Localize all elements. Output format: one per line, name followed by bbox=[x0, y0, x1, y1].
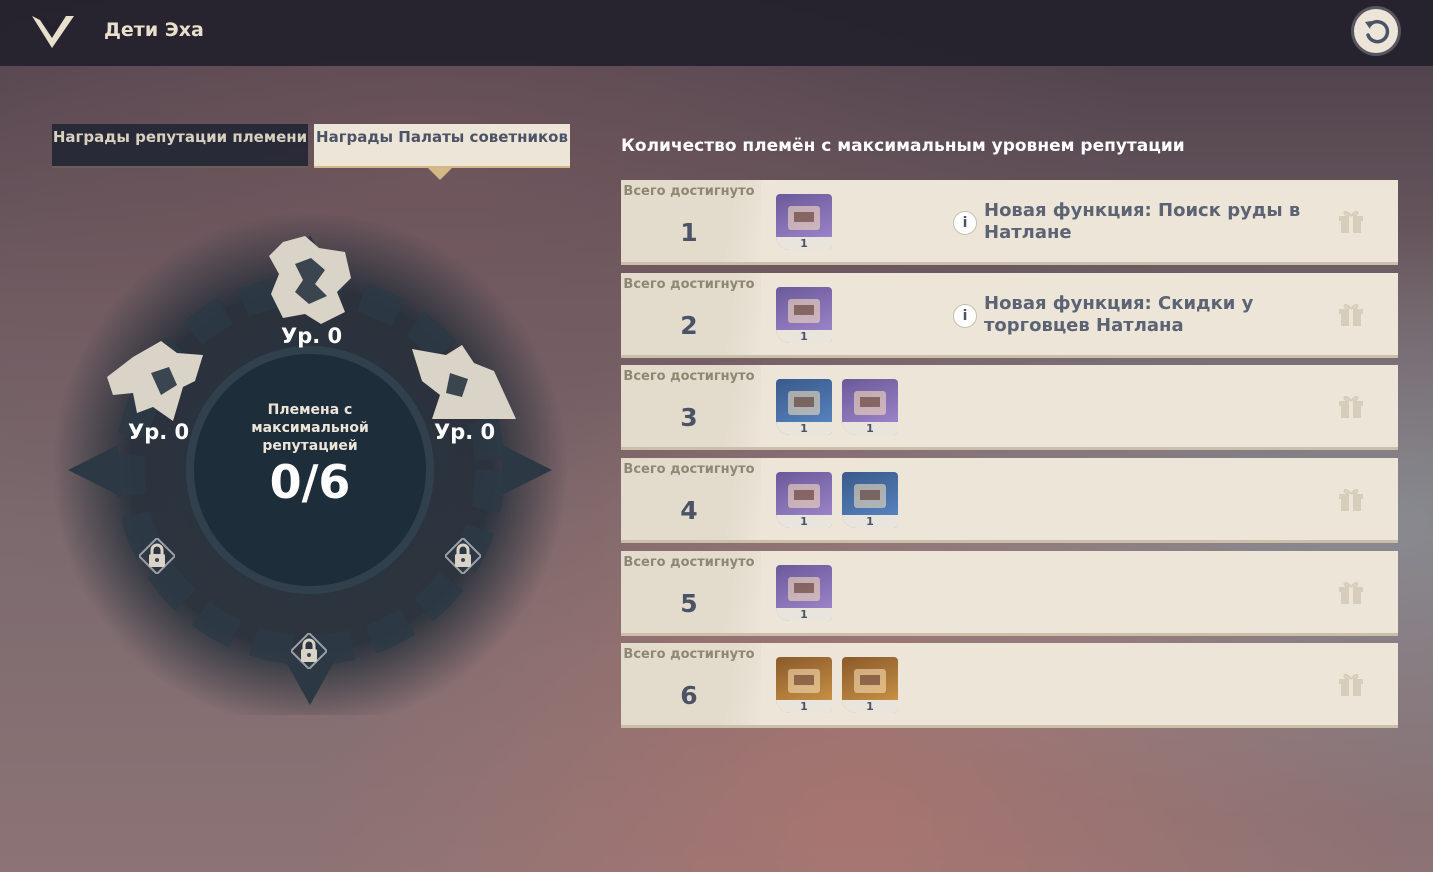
top-bar: Дети Эха bbox=[0, 0, 1433, 66]
nation-logo-icon bbox=[32, 16, 74, 48]
reward-item[interactable]: 1 bbox=[842, 472, 898, 528]
row-total-number: 5 bbox=[680, 589, 698, 618]
reward-item[interactable]: 1 bbox=[842, 379, 898, 435]
row-total-number: 6 bbox=[680, 681, 698, 710]
row-total-label: Всего достигнуто bbox=[623, 369, 755, 384]
row-count-panel: Всего достигнуто 1 bbox=[621, 180, 761, 262]
gift-box-red-icon bbox=[854, 669, 886, 693]
max-reputation-count: 0/6 bbox=[269, 455, 351, 509]
row-total-number: 3 bbox=[680, 403, 698, 432]
item-quantity: 1 bbox=[776, 422, 832, 435]
lock-icon bbox=[291, 633, 327, 669]
weapon-icon bbox=[788, 577, 820, 601]
reward-item[interactable]: 1 bbox=[842, 657, 898, 713]
active-tab-indicator bbox=[428, 168, 452, 180]
tribe-top-level: Ур. 0 bbox=[281, 324, 343, 348]
gift-icon[interactable] bbox=[1337, 486, 1365, 514]
row-total-label: Всего достигнуто bbox=[623, 555, 755, 570]
lock-icon bbox=[139, 538, 175, 574]
reward-row: Всего достигнуто 5 1 bbox=[621, 551, 1398, 636]
row-total-number: 4 bbox=[680, 496, 698, 525]
gift-icon[interactable] bbox=[1337, 671, 1365, 699]
page-title: Дети Эха bbox=[104, 19, 204, 41]
reward-item[interactable]: 1 bbox=[776, 565, 832, 621]
row-total-number: 2 bbox=[680, 311, 698, 340]
row-count-panel: Всего достигнуто 4 bbox=[621, 458, 761, 540]
bulletin-board-icon bbox=[788, 206, 820, 230]
row-total-label: Всего достигнуто bbox=[623, 647, 755, 662]
item-quantity: 1 bbox=[776, 515, 832, 528]
reward-item[interactable]: 1 bbox=[776, 194, 832, 250]
item-quantity: 1 bbox=[776, 330, 832, 343]
blueprint-icon bbox=[854, 484, 886, 508]
reward-item[interactable]: 1 bbox=[776, 379, 832, 435]
tribe-left-level: Ур. 0 bbox=[128, 420, 190, 444]
item-quantity: 1 bbox=[842, 422, 898, 435]
row-count-panel: Всего достигнуто 5 bbox=[621, 551, 761, 633]
gift-box-blue-icon bbox=[788, 669, 820, 693]
row-count-panel: Всего достигнуто 6 bbox=[621, 643, 761, 725]
item-quantity: 1 bbox=[776, 700, 832, 713]
reward-item[interactable]: 1 bbox=[776, 657, 832, 713]
row-count-panel: Всего достигнуто 2 bbox=[621, 273, 761, 355]
row-total-label: Всего достигнуто bbox=[623, 277, 755, 292]
gift-icon[interactable] bbox=[1337, 301, 1365, 329]
gift-icon[interactable] bbox=[1337, 208, 1365, 236]
unlock-feature-text: Новая функция: Скидки у торговцев Натлан… bbox=[984, 293, 1254, 336]
gadget-ring-icon bbox=[788, 299, 820, 323]
item-quantity: 1 bbox=[776, 608, 832, 621]
row-total-label: Всего достигнуто bbox=[623, 184, 755, 199]
back-button[interactable] bbox=[1354, 9, 1398, 53]
reward-row: Всего достигнуто 1 1 i Новая функция: Поиск … bbox=[621, 180, 1398, 265]
tribe-top-icon bbox=[269, 236, 351, 324]
row-count-panel: Всего достигнуто 3 bbox=[621, 365, 761, 447]
row-total-label: Всего достигнуто bbox=[623, 462, 755, 477]
item-quantity: 1 bbox=[842, 515, 898, 528]
lock-icon bbox=[445, 538, 481, 574]
reward-row: Всего достигнуто 4 1 1 bbox=[621, 458, 1398, 543]
reward-item[interactable]: 1 bbox=[776, 287, 832, 343]
info-icon[interactable]: i bbox=[953, 304, 977, 328]
info-icon[interactable]: i bbox=[953, 211, 977, 235]
tribe-right-level: Ур. 0 bbox=[434, 420, 496, 444]
row-total-number: 1 bbox=[680, 218, 698, 247]
max-reputation-label: Племена с максимальной репутацией bbox=[251, 402, 369, 454]
unlock-feature-text: Новая функция: Поиск руды в Натлане bbox=[984, 200, 1301, 243]
rewards-section-title: Количество племён с максимальным уровнем… bbox=[621, 136, 1185, 156]
tribe-left-icon bbox=[107, 341, 203, 421]
gift-icon[interactable] bbox=[1337, 393, 1365, 421]
item-quantity: 1 bbox=[842, 700, 898, 713]
tab-tribe-reputation-rewards[interactable]: Награды репутации племени bbox=[52, 124, 308, 168]
item-quantity: 1 bbox=[776, 237, 832, 250]
tab-council-rewards[interactable]: Награды Палаты советников bbox=[314, 124, 570, 168]
tribe-right-icon bbox=[412, 345, 516, 419]
gift-icon[interactable] bbox=[1337, 579, 1365, 607]
reward-row: Всего достигнуто 6 1 1 bbox=[621, 643, 1398, 728]
hero-wit-icon bbox=[854, 391, 886, 415]
reward-row: Всего достигнуто 2 1 i Новая функция: Скидки… bbox=[621, 273, 1398, 358]
reward-item[interactable]: 1 bbox=[776, 472, 832, 528]
reward-row: Всего достигнуто 3 1 1 bbox=[621, 365, 1398, 450]
bulletin-board-icon bbox=[788, 484, 820, 508]
namecard-icon bbox=[788, 391, 820, 415]
return-arrow-icon bbox=[1365, 19, 1390, 44]
